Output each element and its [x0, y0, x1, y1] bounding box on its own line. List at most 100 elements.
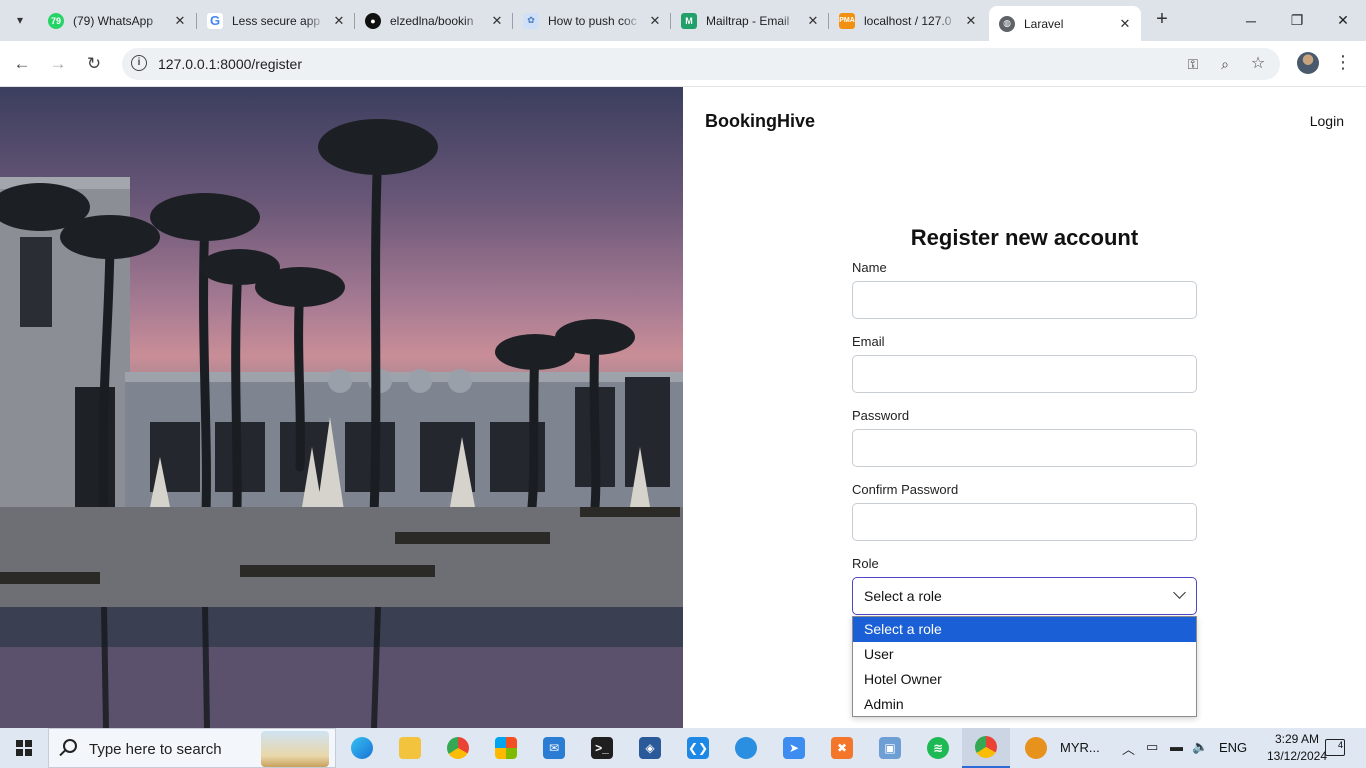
chrome-app[interactable] [434, 728, 482, 768]
battery-icon[interactable]: ▬ [1170, 739, 1183, 754]
camera-icon[interactable]: ▭ [1146, 739, 1158, 755]
tab-whatsapp[interactable]: 79 (79) WhatsApp ✕ [38, 6, 196, 35]
role-select-value: Select a role [864, 588, 942, 604]
windows-logo-icon [16, 740, 32, 756]
tab-title: Less secure app [232, 13, 321, 28]
weather-widget[interactable] [1014, 728, 1058, 768]
xampp-icon: ✖ [831, 737, 853, 759]
notification-icon[interactable]: 4 [1325, 739, 1345, 756]
terminal-app[interactable]: >_ [578, 728, 626, 768]
mailtrap-icon: M [681, 12, 697, 29]
confirm-password-input[interactable] [852, 503, 1197, 541]
browser-toolbar: ← → ↻ i 127.0.0.1:8000/register ⚿ ⌕ ☆ ⋮ [0, 41, 1366, 87]
system-clock[interactable]: 3:29 AM 13/12/2024 [1262, 731, 1332, 765]
close-tab-icon[interactable]: ✕ [805, 13, 821, 29]
clock-date: 13/12/2024 [1266, 749, 1328, 763]
new-tab-button[interactable]: + [1150, 8, 1174, 32]
volume-icon[interactable]: 🔈 [1192, 739, 1208, 755]
mail-app[interactable]: ✉ [530, 728, 578, 768]
edge-icon [351, 737, 373, 759]
email-input[interactable] [852, 355, 1197, 393]
chrome-active-app[interactable] [962, 728, 1010, 768]
arrow-app[interactable]: ➤ [770, 728, 818, 768]
tab-laravel[interactable]: ◍ Laravel ✕ [989, 6, 1141, 41]
edge-app[interactable] [338, 728, 386, 768]
bluetooth-app[interactable] [722, 728, 770, 768]
role-dropdown-list: Select a role User Hotel Owner Admin [852, 616, 1197, 717]
xampp-app[interactable]: ✖ [818, 728, 866, 768]
photo-icon: ▣ [879, 737, 901, 759]
tab-google[interactable]: G Less secure app ✕ [197, 6, 355, 35]
close-tab-icon[interactable]: ✕ [331, 13, 347, 29]
vscode-icon: ❮❯ [687, 737, 709, 759]
chevron-down-icon [1173, 586, 1186, 599]
close-tab-icon[interactable]: ✕ [647, 13, 663, 29]
photos-app[interactable]: ▣ [866, 728, 914, 768]
restore-button[interactable]: ❐ [1274, 0, 1320, 41]
weather-label[interactable]: MYR... [1060, 740, 1100, 755]
role-option-admin[interactable]: Admin [853, 692, 1196, 717]
page-title: Register new account [910, 225, 1139, 250]
profile-avatar[interactable] [1297, 52, 1319, 74]
close-tab-icon[interactable]: ✕ [1117, 16, 1133, 32]
tab-title: (79) WhatsApp [73, 13, 154, 28]
close-tab-icon[interactable]: ✕ [489, 13, 505, 29]
language-indicator[interactable]: ENG [1219, 740, 1247, 755]
browser-menu-icon[interactable]: ⋮ [1334, 52, 1352, 76]
store-app[interactable] [482, 728, 530, 768]
back-arrow-icon[interactable]: ← [8, 50, 36, 78]
windows-taskbar: Type here to search ✉ >_ ◈ ❮❯ ➤ ✖ ▣ ≋ MY… [0, 728, 1366, 768]
vscode-app[interactable]: ❮❯ [674, 728, 722, 768]
chrome-icon [975, 736, 997, 758]
forward-arrow-icon[interactable]: → [44, 50, 72, 78]
taskbar-search[interactable]: Type here to search [48, 728, 336, 768]
search-icon [63, 739, 77, 753]
tab-title: localhost / 127.0 [864, 13, 952, 28]
whatsapp-icon: 79 [48, 12, 64, 29]
spotify-app[interactable]: ≋ [914, 728, 962, 768]
tab-phpmyadmin[interactable]: PMA localhost / 127.0 ✕ [829, 6, 987, 35]
confirm-password-label: Confirm Password [852, 482, 959, 497]
clock-time: 3:29 AM [1274, 732, 1320, 746]
zoom-icon[interactable]: ⌕ [1214, 54, 1236, 74]
phpmyadmin-icon: PMA [839, 12, 855, 29]
tab-mailtrap[interactable]: M Mailtrap - Email ✕ [671, 6, 829, 35]
role-select[interactable]: Select a role [852, 577, 1197, 615]
role-option-hotel-owner[interactable]: Hotel Owner [853, 667, 1196, 692]
virtualbox-app[interactable]: ◈ [626, 728, 674, 768]
spotify-icon: ≋ [927, 737, 949, 759]
brand-logo[interactable]: BookingHive [705, 111, 815, 132]
close-tab-icon[interactable]: ✕ [963, 13, 979, 29]
tab-search-chevron-icon[interactable]: ▾ [8, 8, 32, 32]
hero-image [0, 87, 683, 728]
tab-title: Mailtrap - Email [706, 13, 790, 28]
chevron-up-icon[interactable]: ︿ [1122, 739, 1135, 758]
file-explorer-app[interactable] [386, 728, 434, 768]
password-label: Password [852, 408, 910, 423]
reload-icon[interactable]: ↻ [80, 50, 108, 78]
address-url[interactable]: 127.0.0.1:8000/register [158, 56, 302, 72]
role-label: Role [852, 556, 879, 571]
search-placeholder: Type here to search [89, 741, 222, 758]
start-button[interactable] [0, 728, 48, 768]
close-tab-icon[interactable]: ✕ [172, 13, 188, 29]
tab-github[interactable]: ● elzedlna/bookin ✕ [355, 6, 513, 35]
search-highlight-illustration [261, 731, 329, 767]
login-link[interactable]: Login [1310, 113, 1344, 129]
role-option-user[interactable]: User [853, 642, 1196, 667]
password-key-icon[interactable]: ⚿ [1182, 54, 1204, 74]
terminal-icon: >_ [591, 737, 613, 759]
bookmark-star-icon[interactable]: ☆ [1247, 54, 1269, 74]
site-info-icon[interactable]: i [131, 55, 147, 71]
address-bar[interactable]: i 127.0.0.1:8000/register ⚿ ⌕ ☆ [122, 48, 1280, 80]
globe-icon: ◍ [999, 15, 1015, 32]
password-input[interactable] [852, 429, 1197, 467]
role-option-select[interactable]: Select a role [853, 617, 1196, 642]
tab-title: How to push coc [548, 13, 637, 28]
github-icon: ● [365, 12, 381, 29]
minimize-button[interactable]: ─ [1228, 0, 1274, 41]
close-window-button[interactable]: ✕ [1320, 0, 1366, 41]
name-input[interactable] [852, 281, 1197, 319]
weather-icon [1025, 737, 1047, 759]
tab-how-to-push[interactable]: ✿ How to push coc ✕ [513, 6, 671, 35]
